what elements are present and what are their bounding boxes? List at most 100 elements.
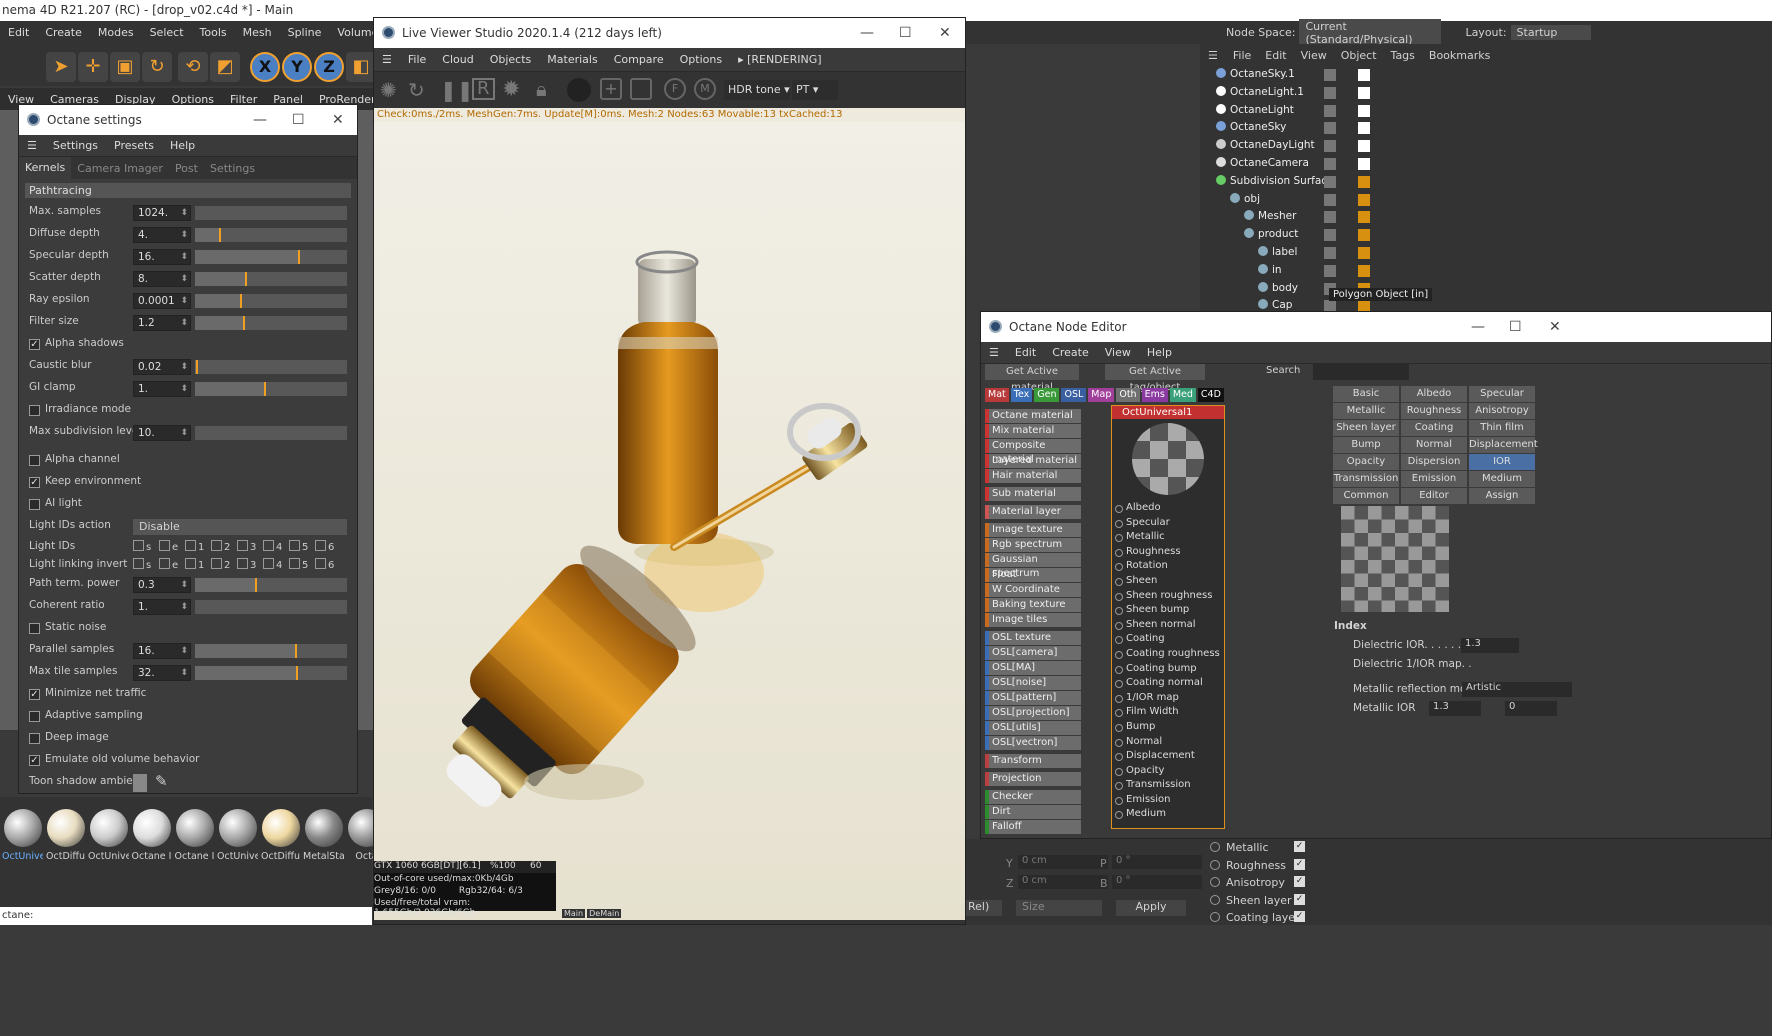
search-input[interactable] [1313,363,1409,380]
node-list-item[interactable]: Gaussian spectrum [985,553,1081,579]
node-menu-item[interactable]: Help [1139,346,1180,359]
object-row[interactable]: OctaneLight [1210,102,1772,120]
tag-icon[interactable] [1358,86,1370,99]
hamburger-icon[interactable]: ☰ [1200,49,1226,62]
setting-input[interactable]: 16. [133,643,191,659]
setting-slider[interactable] [195,382,347,396]
node-pin[interactable]: Albedo [1112,501,1224,516]
param-group-button[interactable]: Albedo [1401,386,1467,402]
node-list-item[interactable]: OSL[camera] [985,646,1081,660]
metallic-mode-dropdown[interactable]: Artistic [1462,682,1572,697]
close-icon[interactable]: ✕ [1549,312,1561,342]
node-pin[interactable]: Displacement [1112,749,1224,764]
minimize-net-toggle[interactable]: ✓ Minimize net traffic [19,684,357,706]
restart-icon[interactable]: ↻ [408,78,425,102]
settings-menu-item[interactable]: Help [162,139,203,152]
y-input[interactable]: 0 cm [1018,855,1108,869]
node-list-item[interactable]: Layered material [985,454,1081,468]
irradiance-mode-toggle[interactable]: Irradiance mode [19,400,357,422]
light-id-checkbox[interactable]: 1 [185,540,211,553]
object-row[interactable]: OctaneCamera [1210,155,1772,173]
select-tool-button[interactable]: ➤ [46,52,76,82]
object-row[interactable]: OctaneDayLight [1210,137,1772,155]
setting-slider[interactable] [195,228,347,242]
light-id-checkbox[interactable]: 5 [289,558,315,571]
node-list-item[interactable]: OSL[noise] [985,676,1081,690]
b-input[interactable]: 0 ° [1112,875,1202,889]
node-menu-item[interactable]: Edit [1007,346,1044,359]
node-list-item[interactable]: Baking texture [985,598,1081,612]
deep-image-toggle[interactable]: Deep image [19,728,357,750]
light-id-checkbox[interactable]: 6 [315,540,341,553]
node-list-item[interactable]: Octane material [985,409,1081,423]
tone-dropdown[interactable]: HDR tone ▾ [724,80,790,100]
setting-slider[interactable] [195,644,347,658]
object-menu-item[interactable]: Object [1334,49,1384,62]
node-list-item[interactable]: Hair material [985,469,1081,483]
attr-check-row[interactable]: Roughness ✓ [1210,857,1320,874]
node-category-tab[interactable]: Tex [1010,388,1033,402]
param-group-button[interactable]: Anisotropy [1469,403,1535,419]
attr-check-row[interactable]: Sheen layer . ✓ [1210,892,1320,909]
menu-item[interactable]: Select [142,26,192,39]
static-noise-toggle[interactable]: Static noise [19,618,357,640]
param-group-button[interactable]: Normal [1401,437,1467,453]
minimize-icon[interactable]: — [1471,312,1485,342]
light-id-checkbox[interactable]: 5 [289,540,315,553]
node-list-item[interactable]: Projection [985,772,1081,786]
node-pin[interactable]: Coating normal [1112,676,1224,691]
visibility-toggle[interactable] [1324,86,1336,99]
toon-color-swatch[interactable] [133,774,147,792]
tag-icon[interactable] [1358,69,1370,81]
node-pin[interactable]: Specular [1112,516,1224,531]
setting-input[interactable]: 16. [133,249,191,265]
object-row[interactable]: in [1210,262,1772,280]
setting-slider[interactable] [195,600,347,614]
material-pick-icon[interactable]: M [694,78,716,100]
setting-input[interactable]: 0.3 [133,577,191,593]
material-thumb[interactable]: OctUnive [217,809,258,862]
node-menu-item[interactable]: Create [1044,346,1097,359]
node-pin[interactable]: Sheen [1112,574,1224,589]
layout-dropdown[interactable]: Startup [1510,25,1591,40]
param-group-button[interactable]: Emission [1401,471,1467,487]
node-list-item[interactable]: Transform [985,754,1081,768]
settings-tab[interactable]: Kernels [19,157,72,179]
settings-tab[interactable]: Camera Imager [71,162,169,175]
param-group-button[interactable]: Metallic [1333,403,1399,419]
visibility-toggle[interactable] [1324,211,1336,224]
minimize-icon[interactable]: — [860,18,874,48]
material-thumb[interactable]: OctUnive [88,809,129,862]
render-view[interactable] [374,122,965,920]
setting-input[interactable]: 1. [133,381,191,397]
node-pin[interactable]: Transmission [1112,778,1224,793]
menu-item[interactable]: Spline [280,26,330,39]
gear-icon[interactable]: ✹ [502,77,520,102]
menu-item[interactable]: Tools [192,26,235,39]
node-pin[interactable]: Roughness [1112,545,1224,560]
visibility-toggle[interactable] [1324,264,1336,277]
live-tab[interactable]: DeMain [587,909,622,918]
node-pin[interactable]: Bump [1112,720,1224,735]
node-pin[interactable]: Medium [1112,807,1224,822]
coord-mode-dropdown[interactable]: Rel) [966,900,1002,916]
param-group-button[interactable]: Common [1333,488,1399,504]
setting-slider[interactable] [195,250,347,264]
param-group-button[interactable]: Medium [1469,471,1535,487]
size-dropdown[interactable]: Size [1016,900,1102,916]
maximize-icon[interactable]: ☐ [292,105,305,135]
node-space-dropdown[interactable]: Current (Standard/Physical) [1299,18,1442,47]
param-group-button[interactable]: IOR [1469,454,1535,470]
param-group-button[interactable]: Bump [1333,437,1399,453]
tag-icon[interactable] [1358,175,1370,188]
node-list-item[interactable]: OSL[vectron] [985,736,1081,750]
node-list-item[interactable]: OSL[pattern] [985,691,1081,705]
setting-input[interactable]: 1.2 [133,315,191,331]
param-group-button[interactable]: Sheen layer [1333,420,1399,436]
light-id-checkbox[interactable]: s [133,558,159,571]
live-menu-item[interactable]: Options [672,53,730,66]
object-menu-item[interactable]: View [1294,49,1334,62]
setting-input[interactable]: 1. [133,599,191,615]
light-ids-action-dropdown[interactable]: Disable [133,519,347,535]
pause-icon[interactable]: ❚❚ [440,78,474,102]
